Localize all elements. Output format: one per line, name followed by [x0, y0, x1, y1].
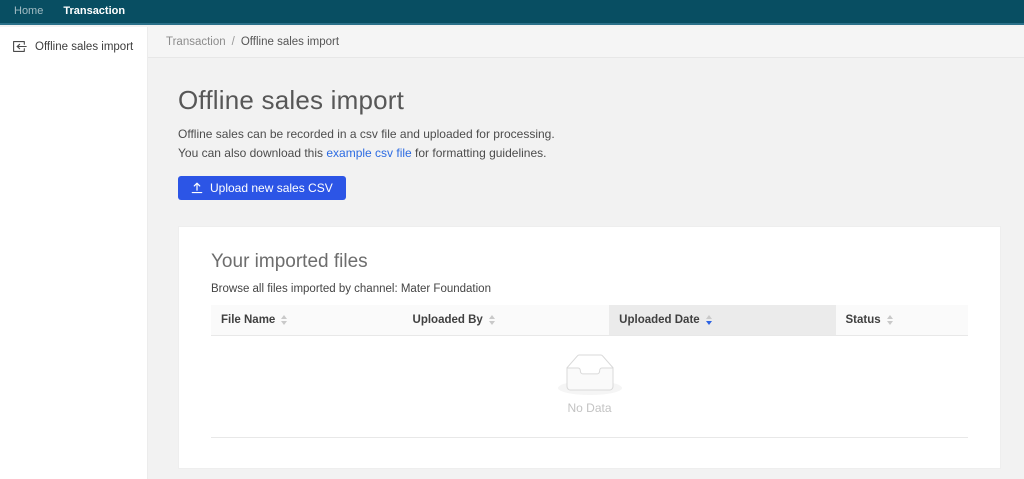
- breadcrumb: Transaction / Offline sales import: [148, 27, 1024, 58]
- sidebar-item-offline-sales-import[interactable]: Offline sales import: [0, 27, 147, 66]
- description-line-2: You can also download this example csv f…: [178, 144, 1001, 163]
- column-label: Uploaded By: [412, 313, 483, 326]
- description-line2-prefix: You can also download this: [178, 145, 327, 160]
- description-line-1: Offline sales can be recorded in a csv f…: [178, 126, 555, 141]
- main-area: Transaction / Offline sales import Offli…: [148, 27, 1024, 479]
- example-csv-link[interactable]: example csv file: [326, 146, 411, 160]
- top-nav: Home Transaction: [0, 0, 1024, 25]
- breadcrumb-item-current: Offline sales import: [240, 36, 340, 48]
- page-description: Offline sales can be recorded in a csv f…: [178, 125, 1001, 163]
- upload-csv-button[interactable]: Upload new sales CSV: [178, 175, 346, 200]
- caret-up-icon: [281, 314, 288, 319]
- sort-icon: [488, 314, 495, 325]
- nav-item-transaction[interactable]: Transaction: [63, 0, 125, 23]
- caret-up-icon: [705, 314, 712, 319]
- column-label: Status: [845, 313, 881, 326]
- sort-icon: [886, 314, 893, 325]
- column-label: Uploaded Date: [619, 313, 700, 326]
- breadcrumb-separator: /: [231, 36, 235, 48]
- column-header-status[interactable]: Status: [835, 304, 968, 336]
- caret-up-icon: [488, 314, 495, 319]
- caret-down-icon: [488, 320, 495, 325]
- column-label: File Name: [221, 313, 276, 326]
- table-empty-row: No Data: [211, 335, 968, 438]
- imported-files-card: Your imported files Browse all files imp…: [178, 225, 1001, 469]
- caret-up-icon: [886, 314, 893, 319]
- sidebar: Offline sales import: [0, 27, 148, 479]
- empty-inbox-icon: [211, 354, 968, 395]
- table-header-row: File Name Uploaded By Uploaded Date Stat…: [211, 304, 968, 336]
- column-header-uploaded-date[interactable]: Uploaded Date: [609, 304, 836, 336]
- description-line2-suffix: for formatting guidelines.: [411, 145, 547, 160]
- page-content: Offline sales import Offline sales can b…: [148, 85, 1024, 469]
- table-empty-state: No Data: [211, 335, 968, 438]
- upload-button-label: Upload new sales CSV: [210, 180, 333, 195]
- card-title: Your imported files: [211, 250, 368, 272]
- nav-item-home[interactable]: Home: [14, 0, 43, 23]
- imported-files-table: File Name Uploaded By Uploaded Date Stat…: [211, 304, 968, 438]
- sort-icon: [705, 314, 712, 325]
- caret-down-icon: [886, 320, 893, 325]
- column-header-uploaded-by[interactable]: Uploaded By: [402, 304, 610, 336]
- empty-text: No Data: [567, 400, 612, 415]
- page-title: Offline sales import: [178, 85, 405, 115]
- caret-down-icon: [281, 320, 288, 325]
- import-icon: [12, 40, 27, 53]
- column-header-file-name[interactable]: File Name: [211, 304, 403, 336]
- upload-icon: [191, 182, 203, 194]
- breadcrumb-item-transaction[interactable]: Transaction: [166, 36, 226, 48]
- sidebar-item-label: Offline sales import: [35, 40, 134, 53]
- caret-down-icon: [705, 320, 712, 325]
- card-subtitle: Browse all files imported by channel: Ma…: [211, 282, 491, 295]
- sort-icon: [281, 314, 288, 325]
